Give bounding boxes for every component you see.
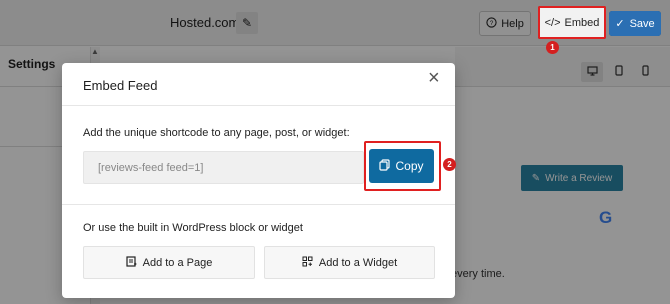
save-label: Save — [629, 17, 655, 30]
modal-divider — [62, 105, 455, 106]
shortcode-instruction: Add the unique shortcode to any page, po… — [83, 127, 350, 139]
copy-icon — [379, 158, 391, 174]
add-to-widget-label: Add to a Widget — [318, 256, 398, 269]
widget-icon — [302, 256, 313, 270]
add-to-widget-button[interactable]: Add to a Widget — [264, 246, 435, 279]
embed-feed-modal: Embed Feed × Add the unique shortcode to… — [62, 63, 455, 298]
copy-button[interactable]: Copy — [369, 149, 434, 183]
wordpress-instruction: Or use the built in WordPress block or w… — [83, 222, 303, 234]
shortcode-field[interactable]: [reviews-feed feed=1] — [83, 151, 364, 184]
copy-label: Copy — [395, 159, 424, 173]
step-badge-2: 2 — [443, 158, 456, 171]
add-to-page-button[interactable]: Add to a Page — [83, 246, 255, 279]
checkmark-icon: ✓ — [615, 18, 625, 30]
step-badge-1: 1 — [546, 41, 559, 54]
code-icon: </> — [544, 16, 561, 29]
save-button-visible[interactable]: ✓ Save — [609, 11, 661, 36]
modal-divider — [62, 204, 455, 205]
embed-button-highlight[interactable]: </> Embed — [538, 6, 606, 39]
close-icon[interactable]: × — [428, 68, 440, 88]
add-to-page-label: Add to a Page — [142, 256, 213, 269]
modal-title: Embed Feed — [83, 78, 158, 93]
embed-label: Embed — [564, 16, 600, 29]
page-icon — [126, 255, 137, 270]
